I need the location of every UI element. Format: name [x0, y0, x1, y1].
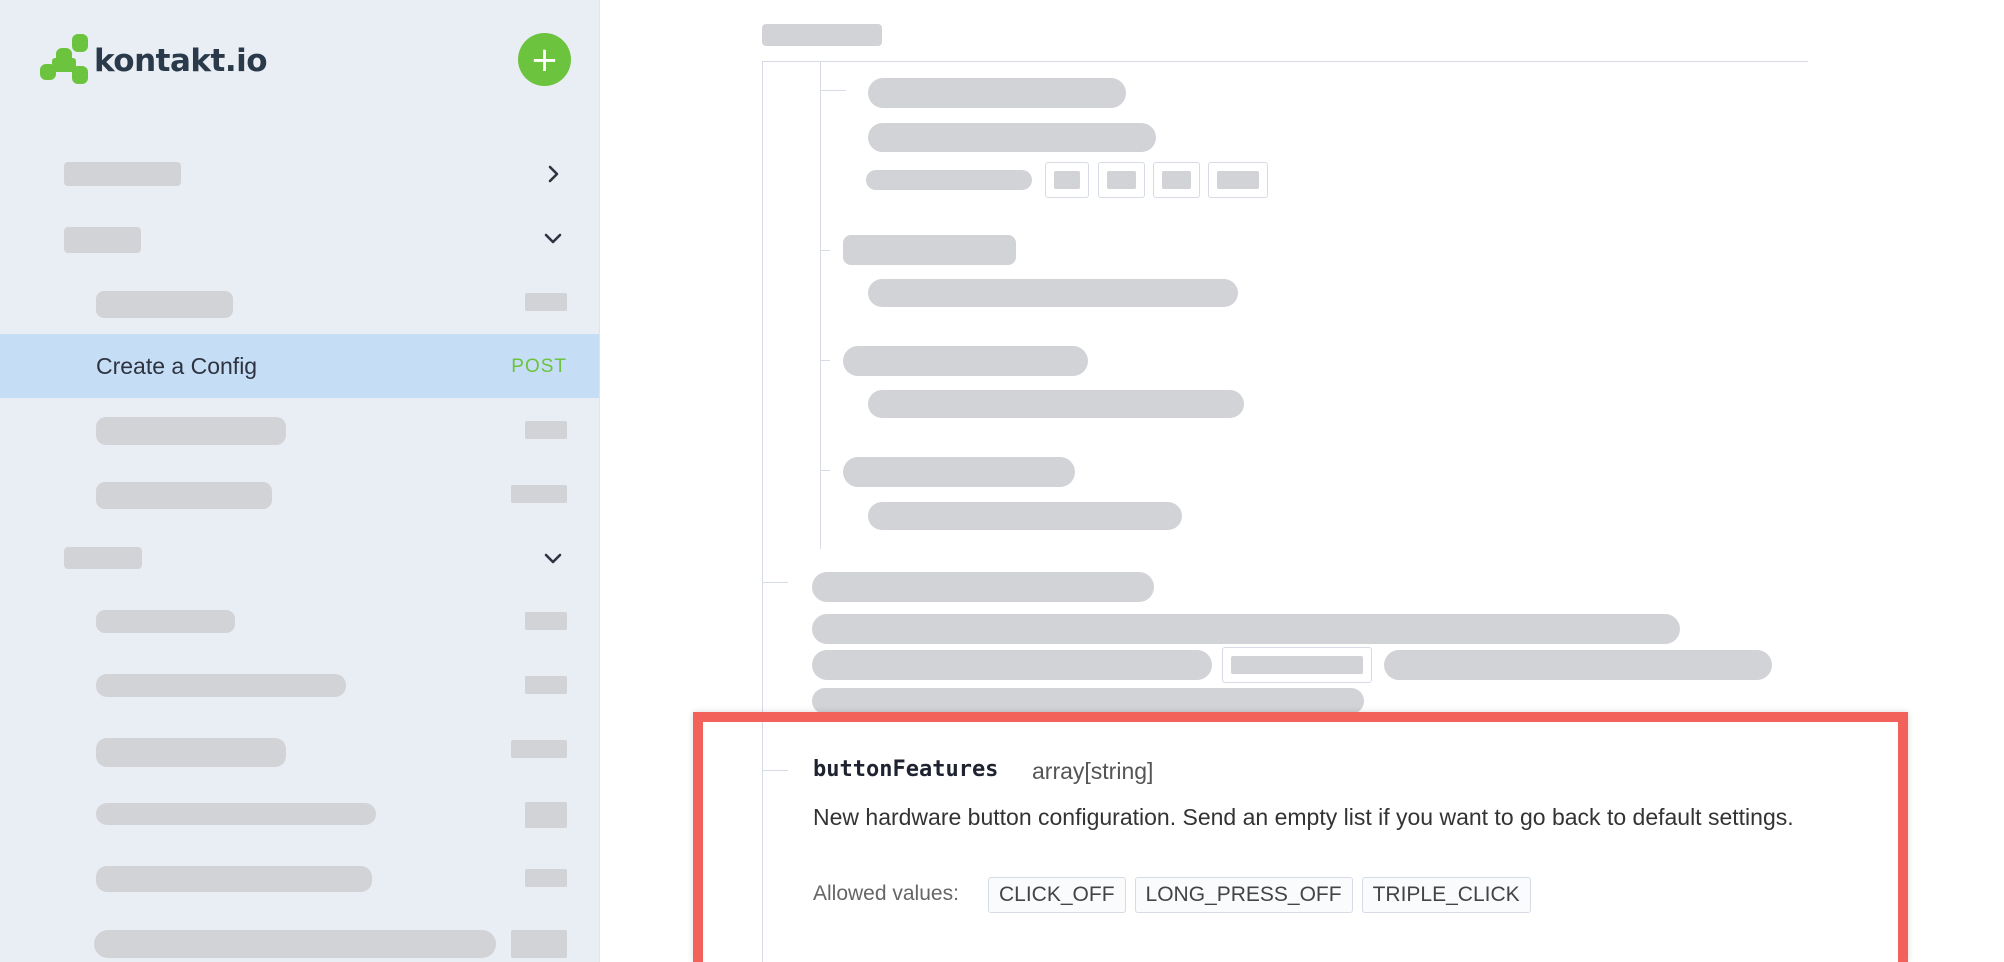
chevron-down-icon[interactable]	[543, 548, 563, 568]
method-badge: POST	[511, 356, 567, 377]
redacted-allowed-label	[866, 170, 1032, 190]
sidebar-item-create-a-config[interactable]: Create a Config POST	[0, 334, 599, 398]
sidebar-group[interactable]	[0, 142, 599, 206]
sidebar-group[interactable]	[0, 206, 599, 270]
redacted-field-name	[843, 346, 1088, 376]
method-tag	[525, 676, 567, 694]
method-tag	[525, 612, 567, 630]
sidebar-item[interactable]	[0, 846, 599, 910]
redacted-label	[96, 803, 376, 825]
redacted-field-desc	[812, 614, 1680, 644]
redacted-value-chip	[1045, 162, 1089, 198]
redacted-value-chip	[1208, 162, 1268, 198]
sidebar-group[interactable]	[0, 526, 599, 590]
sidebar-item[interactable]	[0, 270, 599, 334]
sidebar-item[interactable]	[0, 718, 599, 782]
method-tag	[511, 740, 567, 758]
highlight-box	[693, 712, 1908, 962]
redacted-label	[64, 162, 181, 186]
tree-line	[820, 61, 821, 549]
redacted-value-chip	[1222, 647, 1372, 683]
redacted-label	[96, 866, 372, 892]
sidebar-item-label: Create a Config	[96, 353, 258, 379]
add-button[interactable]: +	[518, 33, 571, 86]
redacted-label	[96, 738, 286, 767]
plus-icon: +	[530, 39, 559, 80]
redacted-field-name	[812, 572, 1154, 602]
redacted-field-desc	[868, 279, 1238, 307]
redacted-label	[96, 610, 235, 633]
tree-line	[820, 470, 830, 471]
field-description: New hardware button configuration. Send …	[813, 804, 1794, 830]
redacted-label	[96, 291, 233, 318]
tree-line	[820, 90, 846, 91]
sidebar-item[interactable]	[0, 782, 599, 846]
redacted-field-name	[868, 78, 1126, 108]
redacted-label	[64, 547, 142, 569]
redacted-field-desc	[812, 688, 1364, 714]
tree-line	[762, 582, 788, 583]
method-tag	[511, 930, 567, 958]
allowed-values-list: CLICK_OFF LONG_PRESS_OFF TRIPLE_CLICK	[988, 877, 1531, 913]
method-tag	[525, 421, 567, 439]
redacted-section-title	[762, 24, 882, 46]
tree-line	[762, 722, 763, 962]
redacted-field-desc	[868, 390, 1244, 418]
kontakt-logo-icon	[38, 34, 92, 88]
sidebar-item[interactable]	[0, 910, 599, 962]
allowed-value-chip: CLICK_OFF	[988, 877, 1126, 913]
allowed-values-label: Allowed values:	[813, 882, 959, 905]
sidebar-item[interactable]	[0, 398, 599, 462]
redacted-field-desc	[868, 502, 1182, 530]
field-name: buttonFeatures	[813, 757, 999, 782]
redacted-field-desc	[812, 650, 1212, 680]
tree-line	[820, 360, 830, 361]
redacted-label	[96, 417, 286, 445]
redacted-value-chip	[1098, 162, 1145, 198]
redacted-field-name	[843, 235, 1016, 265]
tree-line	[820, 250, 830, 251]
tree-line	[762, 770, 788, 771]
redacted-value-chip	[1153, 162, 1200, 198]
redacted-label	[96, 482, 272, 509]
logo[interactable]: kontakt.io	[38, 34, 268, 88]
method-tag	[525, 802, 567, 828]
redacted-label	[94, 930, 496, 958]
chevron-down-icon[interactable]	[543, 228, 563, 248]
field-type: array[string]	[1032, 758, 1154, 784]
logo-text: kontakt.io	[94, 43, 268, 79]
method-tag	[511, 485, 567, 503]
redacted-label	[64, 227, 141, 253]
redacted-label	[96, 674, 346, 697]
sidebar-item[interactable]	[0, 462, 599, 526]
redacted-field-name	[843, 457, 1075, 487]
sidebar-item[interactable]	[0, 590, 599, 654]
method-tag	[525, 869, 567, 887]
sidebar: kontakt.io + Create a Config POST	[0, 0, 600, 962]
sidebar-item[interactable]	[0, 654, 599, 718]
redacted-field-desc	[868, 123, 1156, 152]
chevron-right-icon[interactable]	[543, 164, 563, 184]
method-tag	[525, 293, 567, 311]
allowed-value-chip: LONG_PRESS_OFF	[1134, 877, 1353, 913]
redacted-field-desc	[1384, 650, 1772, 680]
allowed-value-chip: TRIPLE_CLICK	[1361, 877, 1531, 913]
tree-line	[762, 61, 1808, 62]
